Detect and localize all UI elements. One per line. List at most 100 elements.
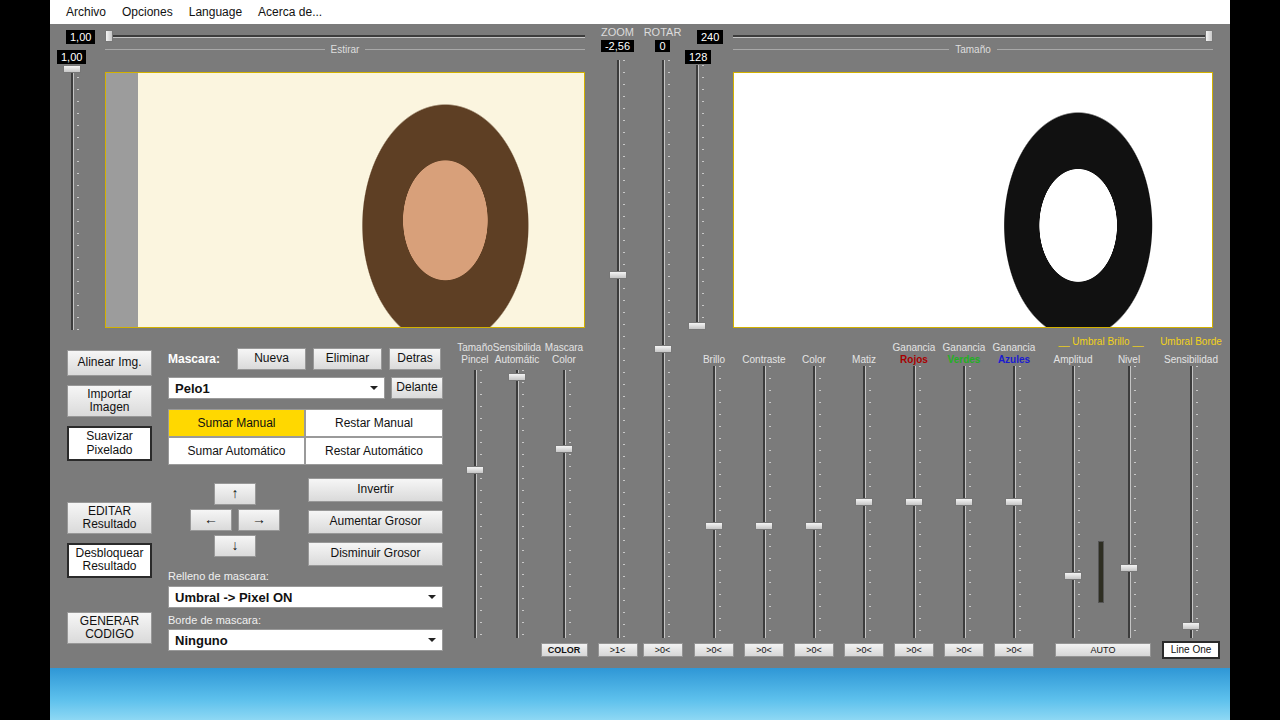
left-button[interactable]: ← xyxy=(190,509,232,531)
tool-button[interactable]: Invertir xyxy=(308,478,443,502)
slider-label: Brillo xyxy=(703,354,725,366)
source-panel: 1,001,00EstirarAlinear Img.Importar Imag… xyxy=(50,24,595,668)
slider-sublabel: Azules xyxy=(998,354,1030,366)
mode-button[interactable]: Restar Automático xyxy=(305,437,443,465)
slider-track[interactable] xyxy=(954,366,974,638)
up-button[interactable]: ↑ xyxy=(214,483,256,505)
color-button[interactable]: COLOR xyxy=(541,643,588,657)
slider-thumb[interactable] xyxy=(905,498,923,506)
slider-thumb[interactable] xyxy=(855,498,873,506)
dropdown-arrow-icon xyxy=(370,386,378,390)
slider-track[interactable] xyxy=(804,366,824,638)
slider-thumb[interactable] xyxy=(63,65,81,73)
mode-button[interactable]: Sumar Manual xyxy=(168,409,305,437)
border-select[interactable]: Ninguno xyxy=(168,629,443,651)
slider-thumb[interactable] xyxy=(805,522,823,530)
slider-thumb[interactable] xyxy=(654,345,672,353)
slider-track[interactable] xyxy=(854,366,874,638)
mask-action-button[interactable]: Detras xyxy=(389,348,441,370)
slider-label: Amplitud xyxy=(1054,348,1093,366)
mask-action-button[interactable]: Nueva xyxy=(237,348,306,370)
stretch-value: 1,00 xyxy=(66,30,95,44)
size-slider[interactable]: Tamaño xyxy=(733,24,1213,64)
slider-thumb[interactable] xyxy=(105,30,113,42)
side-button[interactable]: GENERAR CODIGO xyxy=(67,612,152,644)
slider-value: -2,56 xyxy=(601,40,634,52)
slider-label: Estirar xyxy=(331,44,360,55)
down-button[interactable]: ↓ xyxy=(214,535,256,557)
adjust-slider: GananciaAzules>0< xyxy=(989,336,1039,668)
reset-button[interactable]: >0< xyxy=(694,643,734,657)
slider-thumb[interactable] xyxy=(955,498,973,506)
mask-panel: Mascara:NuevaEliminarDetrasPelo1DelanteS… xyxy=(168,334,443,668)
slider-track[interactable] xyxy=(904,366,924,638)
stretch-slider[interactable]: Estirar xyxy=(105,24,585,64)
tool-button[interactable]: Aumentar Grosor xyxy=(308,510,443,534)
workspace: 1,001,00EstirarAlinear Img.Importar Imag… xyxy=(50,24,1230,668)
reset-button[interactable]: >0< xyxy=(944,643,984,657)
slider-thumb[interactable] xyxy=(755,522,773,530)
tool-button[interactable]: Disminuir Grosor xyxy=(308,542,443,566)
screen: ArchivoOpcionesLanguageAcerca de...1,001… xyxy=(0,0,1280,720)
side-button[interactable]: EDITAR Resultado xyxy=(67,502,152,534)
mode-button[interactable]: Sumar Automático xyxy=(168,437,305,465)
side-button[interactable]: Importar Imagen xyxy=(67,385,152,417)
slider-track[interactable] xyxy=(704,366,724,638)
slider-thumb[interactable] xyxy=(1120,564,1138,572)
slider-thumb[interactable] xyxy=(466,466,484,474)
mask-action-button[interactable]: Eliminar xyxy=(313,348,382,370)
slider-thumb[interactable] xyxy=(1005,498,1023,506)
fill-select[interactable]: Umbral -> Pixel ON xyxy=(168,586,443,608)
slider-thumb[interactable] xyxy=(555,445,573,453)
slider-track[interactable] xyxy=(653,60,673,638)
reset-button[interactable]: >1< xyxy=(598,643,638,657)
slider-thumb[interactable] xyxy=(705,522,723,530)
slider-label: Sensibilidad xyxy=(1164,348,1218,366)
slider-track[interactable] xyxy=(1063,366,1083,638)
reset-button[interactable]: >0< xyxy=(894,643,934,657)
slider-track[interactable] xyxy=(754,366,774,638)
slider-track[interactable] xyxy=(554,370,574,638)
reset-button[interactable]: >0< xyxy=(643,643,683,657)
slider-thumb[interactable] xyxy=(1182,622,1200,630)
front-button[interactable]: Delante xyxy=(391,377,443,399)
auto-button[interactable]: AUTO xyxy=(1055,643,1151,657)
slider-track[interactable] xyxy=(465,370,485,638)
slider-track[interactable] xyxy=(507,370,527,638)
right-button[interactable]: → xyxy=(238,509,280,531)
height-slider[interactable] xyxy=(62,65,82,330)
reset-button[interactable]: >0< xyxy=(744,643,784,657)
side-button[interactable]: Alinear Img. xyxy=(67,350,152,376)
adjust-slider: Contraste>0< xyxy=(739,336,789,668)
side-button[interactable]: Suavizar Pixelado xyxy=(67,426,152,460)
result-height-slider[interactable] xyxy=(687,65,707,330)
slider-thumb[interactable] xyxy=(508,373,526,381)
mask-select[interactable]: Pelo1 xyxy=(168,377,385,399)
slider-track[interactable] xyxy=(1119,366,1139,638)
menu-item[interactable]: Language xyxy=(181,5,250,19)
menu-item[interactable]: Opciones xyxy=(114,5,181,19)
reset-button[interactable]: >0< xyxy=(994,643,1034,657)
border-label: Borde de mascara: xyxy=(168,614,443,626)
slider-thumb[interactable] xyxy=(1064,572,1082,580)
line-one-button[interactable]: Line One xyxy=(1162,641,1220,659)
slider-value: 0 xyxy=(655,40,669,52)
slider-track[interactable] xyxy=(1004,366,1024,638)
side-button[interactable]: Desbloquear Resultado xyxy=(67,543,152,577)
mask-modes: Sumar ManualRestar ManualSumar Automátic… xyxy=(168,409,443,465)
threshold-slider: Amplitud xyxy=(1051,348,1095,638)
slider-track[interactable] xyxy=(1181,366,1201,638)
reset-button[interactable]: >0< xyxy=(794,643,834,657)
menu-item[interactable]: Acerca de... xyxy=(250,5,330,19)
mode-button[interactable]: Restar Manual xyxy=(305,409,443,437)
threshold-group: __ Umbral Brillo __AmplitudNivelAUTOUmbr… xyxy=(1051,336,1223,668)
slider-thumb[interactable] xyxy=(1205,30,1213,42)
reset-button[interactable]: >0< xyxy=(844,643,884,657)
slider-sublabel: Rojos xyxy=(900,354,928,366)
slider-thumb[interactable] xyxy=(688,322,706,330)
slider-track[interactable] xyxy=(608,60,628,638)
slider-thumb[interactable] xyxy=(609,271,627,279)
transform-slider: ZOOM-2,56>1< xyxy=(595,26,640,668)
adjust-slider: Matiz>0< xyxy=(839,336,889,668)
menu-item[interactable]: Archivo xyxy=(58,5,114,19)
